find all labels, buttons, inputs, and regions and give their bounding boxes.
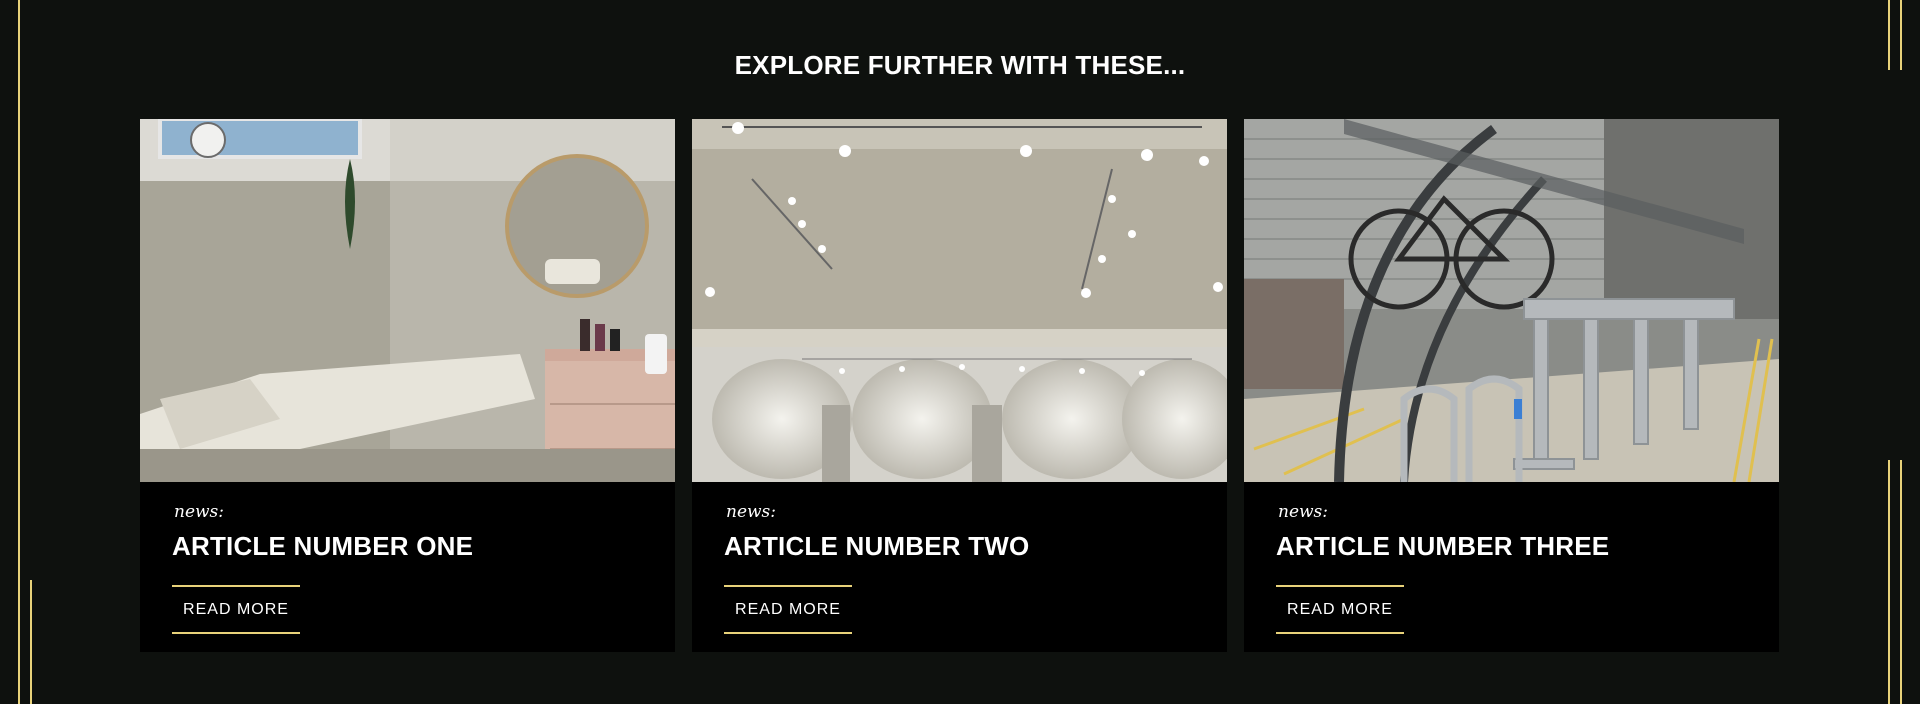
article-title[interactable]: ARTICLE NUMBER THREE xyxy=(1276,531,1759,562)
article-image-treatment-room[interactable] xyxy=(140,119,675,482)
article-card: news: ARTICLE NUMBER TWO READ MORE xyxy=(692,119,1227,652)
decorative-line-left-inner xyxy=(30,580,32,704)
article-card-body: news: ARTICLE NUMBER TWO READ MORE xyxy=(724,502,1207,634)
article-card-body: news: ARTICLE NUMBER ONE READ MORE xyxy=(172,502,655,634)
article-image-gallery-lighting[interactable] xyxy=(692,119,1227,482)
article-card: news: ARTICLE NUMBER ONE READ MORE xyxy=(140,119,675,652)
section-title: EXPLORE FURTHER WITH THESE... xyxy=(734,50,1186,80)
read-more-button[interactable]: READ MORE xyxy=(1276,585,1404,634)
article-title[interactable]: ARTICLE NUMBER TWO xyxy=(724,531,1207,562)
decorative-line-left xyxy=(18,0,20,704)
read-more-button[interactable]: READ MORE xyxy=(172,585,300,634)
article-category: news: xyxy=(174,502,225,522)
article-card: news: ARTICLE NUMBER THREE READ MORE xyxy=(1244,119,1779,652)
decorative-line-right-bottom xyxy=(1888,460,1890,704)
article-category: news: xyxy=(726,502,777,522)
article-category: news: xyxy=(1278,502,1329,522)
article-card-list: news: ARTICLE NUMBER ONE READ MORE news:… xyxy=(140,119,1779,652)
decorative-line-right-bottom-inner xyxy=(1900,460,1902,704)
article-title[interactable]: ARTICLE NUMBER ONE xyxy=(172,531,655,562)
article-image-bike-shelter[interactable] xyxy=(1244,119,1779,482)
read-more-button[interactable]: READ MORE xyxy=(724,585,852,634)
article-card-body: news: ARTICLE NUMBER THREE READ MORE xyxy=(1276,502,1759,634)
